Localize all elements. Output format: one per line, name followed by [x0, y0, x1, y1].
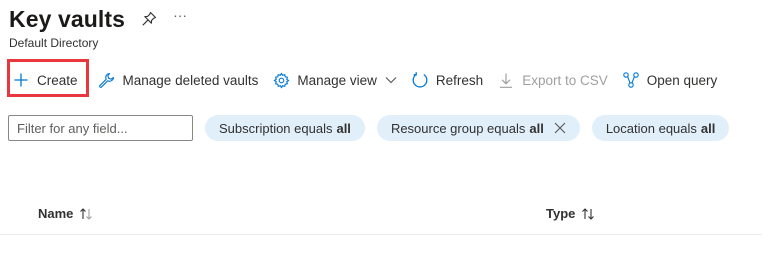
- command-bar: Create Manage deleted vaults Manage view…: [8, 66, 731, 94]
- more-options-button[interactable]: ···: [173, 8, 187, 30]
- export-csv-button[interactable]: Export to CSV: [497, 66, 608, 94]
- subscription-filter-value: all: [336, 120, 351, 136]
- wrench-icon: [98, 71, 116, 89]
- manage-deleted-vaults-label: Manage deleted vaults: [122, 72, 259, 88]
- table-header-row: Name Type: [0, 196, 762, 235]
- sort-icon: [581, 207, 595, 221]
- open-query-button[interactable]: Open query: [622, 66, 718, 94]
- refresh-button[interactable]: Refresh: [411, 66, 483, 94]
- resource-group-filter-pill[interactable]: Resource group equals all: [376, 115, 580, 141]
- column-type-label: Type: [546, 206, 576, 221]
- location-filter-pill[interactable]: Location equals all: [591, 115, 730, 141]
- filter-bar: Subscription equals all Resource group e…: [8, 115, 741, 141]
- export-csv-label: Export to CSV: [522, 72, 608, 88]
- sort-icon: [79, 207, 93, 221]
- open-query-label: Open query: [646, 72, 718, 88]
- column-header-name[interactable]: Name: [38, 206, 93, 221]
- column-name-label: Name: [38, 206, 74, 221]
- query-icon: [622, 71, 640, 89]
- refresh-label: Refresh: [435, 72, 484, 88]
- location-filter-label: Location equals: [605, 120, 697, 136]
- manage-view-label: Manage view: [297, 72, 377, 88]
- pin-icon[interactable]: [141, 10, 159, 28]
- manage-view-button[interactable]: Manage view: [272, 66, 397, 94]
- close-icon[interactable]: [554, 122, 566, 134]
- resource-group-filter-label: Resource group equals: [390, 120, 526, 136]
- gear-icon: [272, 71, 290, 89]
- download-icon: [497, 71, 515, 89]
- subscription-filter-label: Subscription equals: [219, 120, 333, 136]
- manage-deleted-vaults-button[interactable]: Manage deleted vaults: [98, 66, 259, 94]
- create-button[interactable]: Create: [8, 66, 82, 94]
- resource-group-filter-value: all: [529, 120, 544, 136]
- location-filter-value: all: [700, 120, 716, 136]
- filter-input[interactable]: [8, 115, 193, 141]
- plus-icon: [12, 71, 30, 89]
- page-title: Key vaults: [9, 6, 126, 32]
- directory-subtitle: Default Directory: [9, 36, 99, 50]
- column-header-type[interactable]: Type: [546, 206, 595, 221]
- create-label: Create: [37, 72, 78, 88]
- refresh-icon: [411, 71, 429, 89]
- chevron-down-icon: [385, 76, 397, 84]
- page-header: Key vaults ··· Default Directory: [9, 4, 187, 50]
- subscription-filter-pill[interactable]: Subscription equals all: [205, 115, 365, 141]
